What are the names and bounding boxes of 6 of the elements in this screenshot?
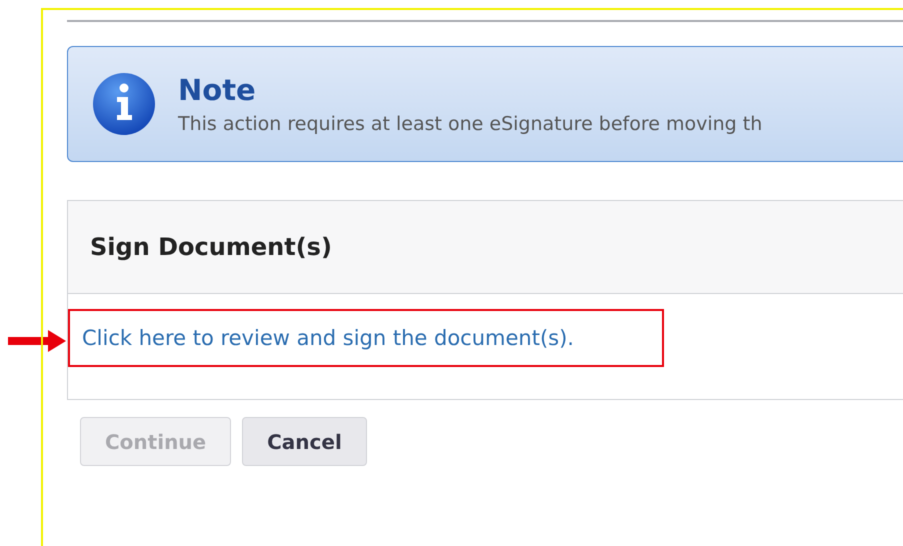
review-link[interactable]: Click here to review and sign the document(s). <box>82 326 574 350</box>
info-icon <box>92 71 156 137</box>
note-title: Note <box>178 73 257 107</box>
cancel-button[interactable]: Cancel <box>242 417 367 466</box>
panel-title: Sign Document(s) <box>90 233 332 261</box>
note-message: This action requires at least one eSignature before moving th <box>178 113 762 135</box>
